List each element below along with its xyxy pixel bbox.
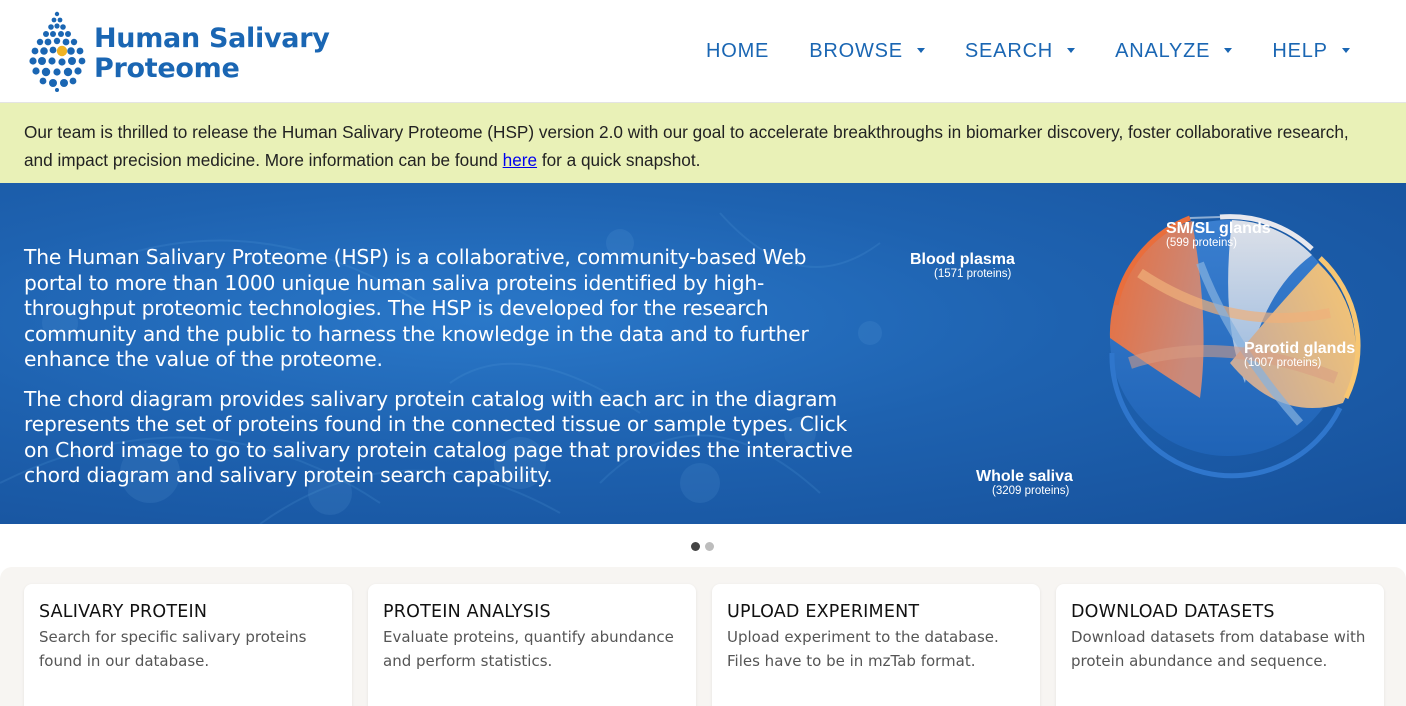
card-description: Download datasets from database with pro… <box>1071 628 1366 670</box>
announcement-text-end: for a quick snapshot. <box>537 150 701 170</box>
hero-paragraph-2: The chord diagram provides salivary prot… <box>24 386 853 488</box>
card-title: SALIVARY PROTEIN <box>39 602 208 622</box>
carousel-dot-1[interactable] <box>691 542 700 551</box>
chord-label-whole-saliva: Whole saliva (3209 proteins) <box>976 468 1073 498</box>
caret-down-icon <box>1067 48 1076 53</box>
card-description: Evaluate proteins, quantify abundance an… <box>383 628 674 670</box>
card-protein-analysis[interactable]: PROTEIN ANALYSIS Evaluate proteins, quan… <box>368 584 696 706</box>
nav-browse[interactable]: BROWSE <box>809 40 925 63</box>
chord-label-blood-plasma: Blood plasma (1571 proteins) <box>910 251 1015 281</box>
card-title: PROTEIN ANALYSIS <box>383 602 551 622</box>
card-description: Upload experiment to the database. Files… <box>727 628 999 670</box>
announcement-link[interactable]: here <box>503 150 537 170</box>
main-nav: HOME BROWSE SEARCH ANALYZE HELP <box>706 40 1390 63</box>
chord-label-blood-plasma-count: (1571 proteins) <box>934 268 1012 280</box>
nav-search[interactable]: SEARCH <box>964 40 1076 63</box>
caret-down-icon <box>1224 48 1233 53</box>
nav-browse-label: BROWSE <box>809 40 903 62</box>
carousel-indicators <box>691 542 719 551</box>
card-description: Search for specific salivary proteins fo… <box>39 628 307 670</box>
card-upload-experiment[interactable]: UPLOAD EXPERIMENT Upload experiment to t… <box>712 584 1040 706</box>
nav-home-label: HOME <box>706 40 770 62</box>
card-title: UPLOAD EXPERIMENT <box>727 602 920 622</box>
chord-label-parotid-name: Parotid glands <box>1244 340 1356 357</box>
site-header: Human Salivary Proteome HOME BROWSE SEAR… <box>0 0 1406 103</box>
site-title-line2: Proteome <box>94 52 240 84</box>
site-title-line1: Human Salivary <box>94 22 330 54</box>
nav-help[interactable]: HELP <box>1272 40 1350 63</box>
chord-label-sm-sl-count: (599 proteins) <box>1166 237 1237 249</box>
nav-search-label: SEARCH <box>964 40 1054 62</box>
site-title: Human Salivary Proteome <box>94 22 330 84</box>
nav-help-label: HELP <box>1272 40 1328 62</box>
chord-label-parotid: Parotid glands (1007 proteins) <box>1244 340 1355 370</box>
caret-down-icon <box>916 48 925 53</box>
card-download-datasets[interactable]: DOWNLOAD DATASETS Download datasets from… <box>1056 584 1384 706</box>
nav-analyze[interactable]: ANALYZE <box>1115 40 1233 63</box>
chord-diagram-link[interactable]: SM/SL glands (599 proteins) Blood plasma… <box>900 203 1370 513</box>
site-logo[interactable]: Human Salivary Proteome <box>26 10 330 97</box>
chord-label-parotid-count: (1007 proteins) <box>1244 357 1322 369</box>
card-salivary-protein[interactable]: SALIVARY PROTEIN Search for specific sal… <box>24 584 352 706</box>
hero-carousel-slide: The Human Salivary Proteome (HSP) is a c… <box>0 183 1406 524</box>
nav-home[interactable]: HOME <box>706 40 769 63</box>
chord-label-whole-saliva-count: (3209 proteins) <box>992 485 1070 497</box>
chord-label-sm-sl: SM/SL glands (599 proteins) <box>1166 220 1271 250</box>
carousel-dot-2[interactable] <box>705 542 714 551</box>
hero-paragraph-1: The Human Salivary Proteome (HSP) is a c… <box>24 245 809 371</box>
chord-label-blood-plasma-name: Blood plasma <box>910 251 1015 268</box>
nav-analyze-label: ANALYZE <box>1115 40 1211 62</box>
announcement-banner: Our team is thrilled to release the Huma… <box>0 103 1406 183</box>
caret-down-icon <box>1341 48 1350 53</box>
hero-description: The Human Salivary Proteome (HSP) is a c… <box>24 245 854 503</box>
chord-label-whole-saliva-name: Whole saliva <box>976 468 1073 485</box>
droplet-dots-icon <box>26 10 88 97</box>
chord-label-sm-sl-name: SM/SL glands <box>1166 220 1271 237</box>
card-title: DOWNLOAD DATASETS <box>1071 602 1275 622</box>
